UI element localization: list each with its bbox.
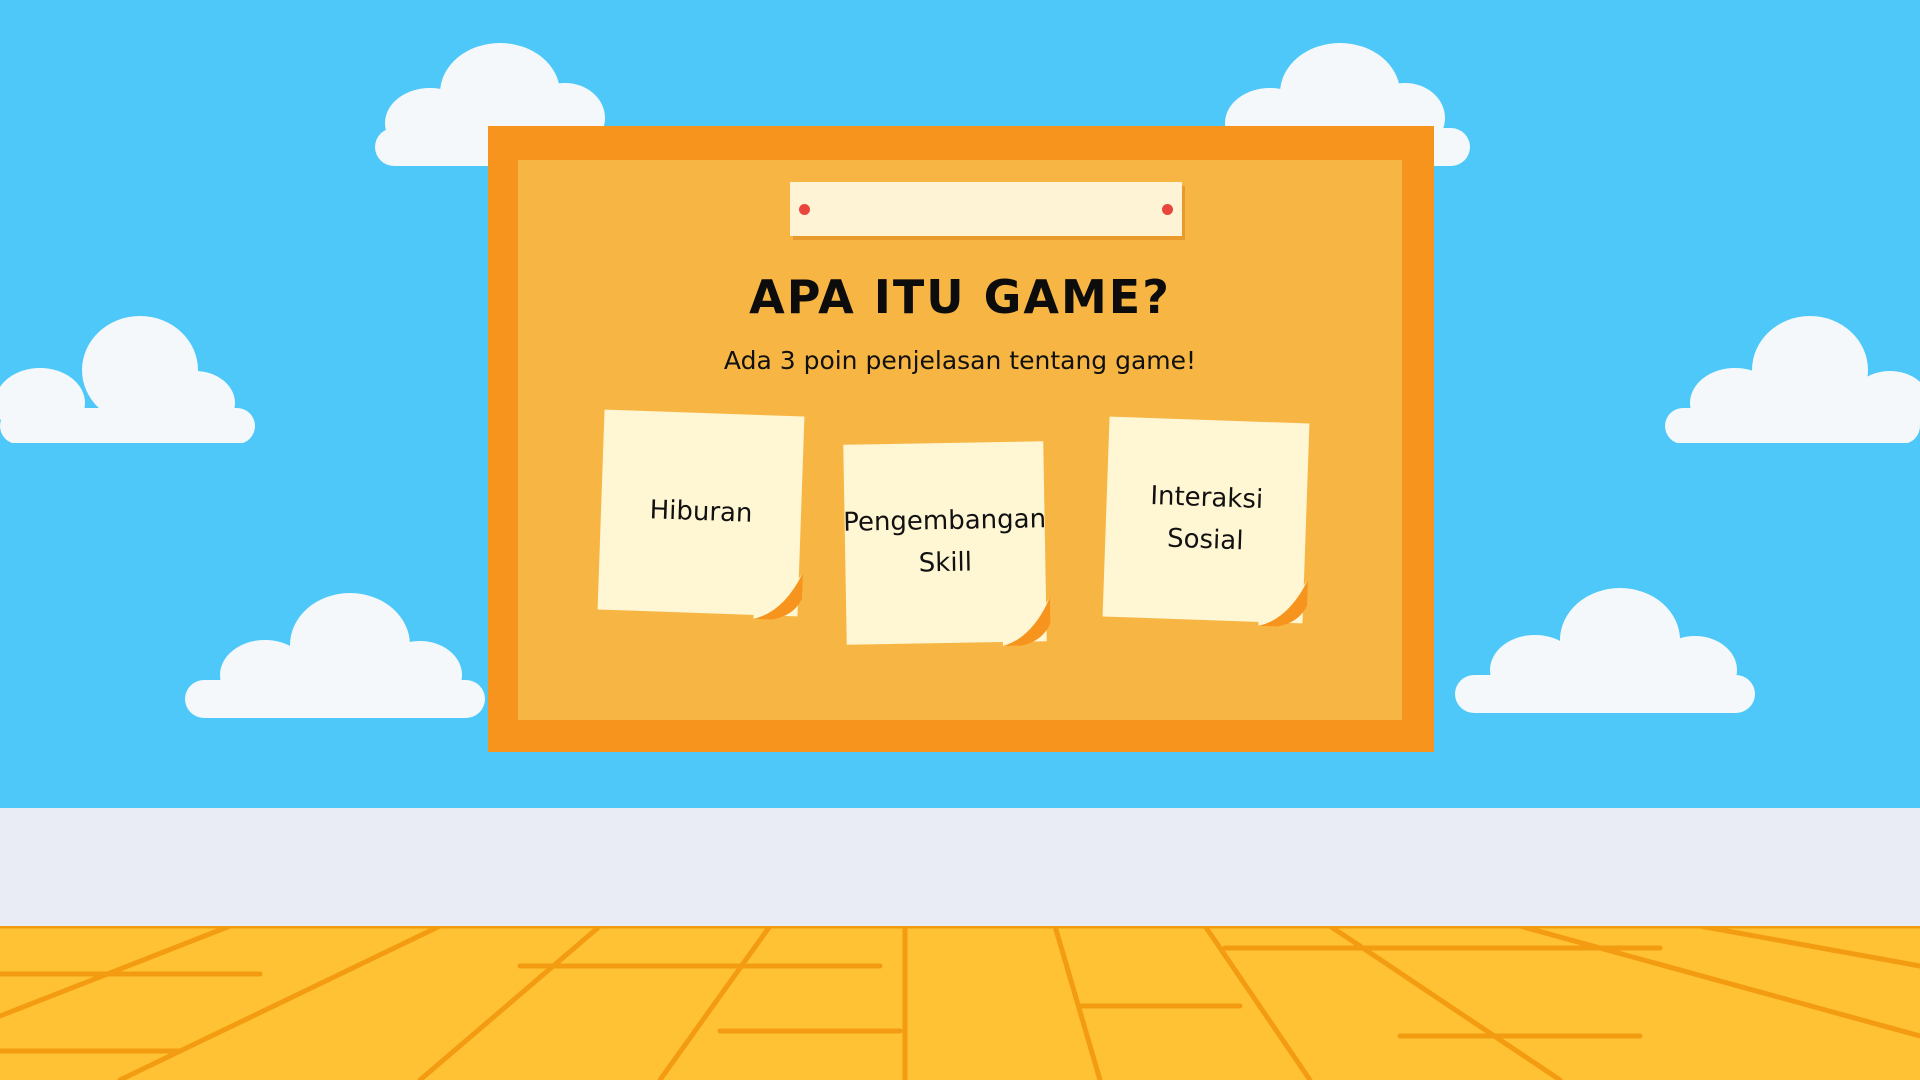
page-curl-icon [1002,597,1051,647]
bulletin-board: APA ITU GAME? Ada 3 poin penjelasan tent… [488,126,1434,752]
name-plaque [790,182,1182,236]
sticky-note-interaksi-sosial: Interaksi Sosial [1102,416,1310,627]
wooden-floor [0,926,1920,1080]
page-subtitle: Ada 3 poin penjelasan tentang game! [723,346,1197,375]
sticky-note-pengembangan-skill: Pengembangan Skill [842,441,1051,647]
page-title: APA ITU GAME? [749,270,1171,324]
cloud [185,593,485,718]
floor-planks [0,926,1920,1080]
cloud [0,316,255,443]
page-curl-icon [1258,579,1308,627]
pin-icon [799,204,810,215]
sticky-note-hiburan: Hiburan [597,409,805,620]
note-label: Interaksi Sosial [1149,481,1264,557]
wall-baseboard [0,808,1920,926]
cloud [1455,588,1755,713]
pin-icon [1162,204,1173,215]
note-label: Pengembangan Skill [842,504,1047,579]
board-panel: APA ITU GAME? Ada 3 poin penjelasan tent… [518,160,1402,720]
note-label: Hiburan [649,495,753,529]
page-curl-icon [753,572,803,620]
cloud [1665,316,1920,443]
